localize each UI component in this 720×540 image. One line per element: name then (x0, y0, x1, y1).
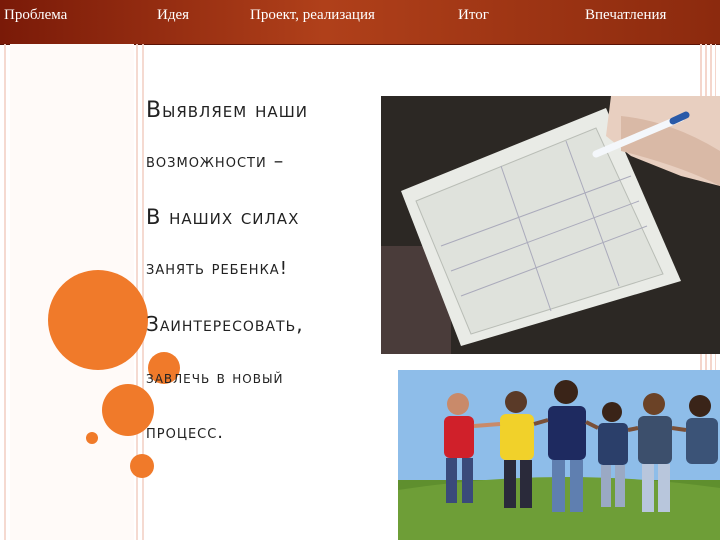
photo-paper-form (381, 96, 720, 354)
small-orange-circle-2 (130, 454, 154, 478)
nav-item-impressions[interactable]: Впечатления (585, 7, 666, 24)
nav-item-problem[interactable]: Проблема (4, 7, 67, 24)
nav-item-result[interactable]: Итог (458, 7, 489, 24)
text-line-2: возможности – (146, 150, 285, 172)
children-illustration (398, 370, 720, 540)
text-line-3: В наших силах (146, 205, 300, 229)
top-nav-bar: Проблема Идея Проект, реализация Итог Вп… (0, 0, 720, 45)
paper-form-illustration (381, 96, 720, 354)
large-orange-circle (48, 270, 148, 370)
text-line-6: завлечь в новый (146, 368, 284, 388)
text-line-7: процесс. (146, 422, 225, 443)
tiny-orange-circle (86, 432, 98, 444)
photo-children-playing (398, 370, 720, 540)
text-line-4: занять ребенка! (146, 258, 288, 279)
text-line-1: Выявляем наши (146, 98, 308, 123)
text-line-5: Заинтересовать, (146, 312, 304, 336)
nav-item-idea[interactable]: Идея (157, 7, 189, 24)
nav-item-project[interactable]: Проект, реализация (250, 7, 375, 24)
